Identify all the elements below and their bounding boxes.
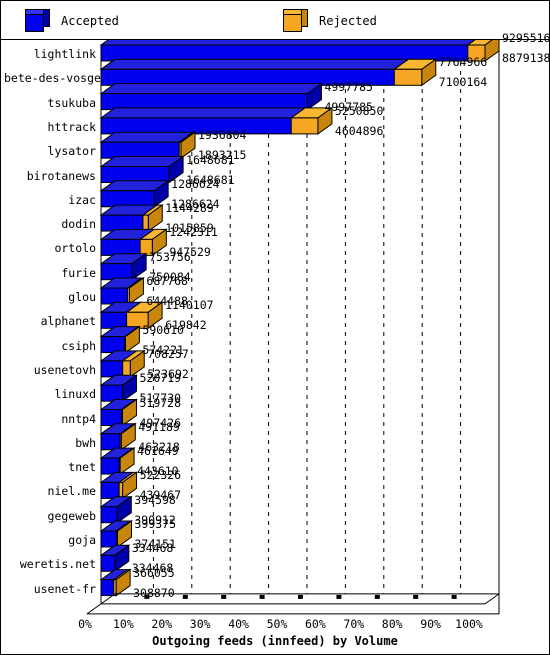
bar-furie: [99, 252, 148, 281]
bar-usenetovh: [99, 349, 146, 378]
bar-bwh: [99, 422, 137, 451]
bar-izac: [99, 179, 170, 208]
x-tick-0pct: 0%: [78, 616, 92, 631]
value-label-total: 9295516: [502, 31, 550, 45]
value-label-accepted: 8879138: [502, 51, 550, 65]
value-label-accepted: 308870: [133, 585, 175, 600]
x-tick-50pct: 50%: [266, 616, 288, 631]
value-label-total: 5250850: [334, 103, 384, 118]
bar-usenet-fr: [99, 568, 132, 597]
bar-niel.me: [99, 471, 139, 500]
value-label-accepted: 7100164: [438, 75, 488, 90]
chart-legend: Accepted Rejected: [1, 1, 549, 40]
bar-tnet: [99, 447, 136, 476]
chart-plot-area: lightlink bete-des-vosges tsukuba httrack ly…: [1, 32, 550, 654]
value-label-total: 1140107: [165, 298, 214, 313]
legend-swatch-rejected-icon: [283, 8, 309, 33]
x-tick-70pct: 70%: [343, 616, 365, 631]
value-label-total: 519728: [139, 395, 182, 410]
value-label-total: 4997785: [324, 79, 373, 94]
value-label-total: 7764966: [438, 55, 488, 70]
value-label-total: 461649: [137, 444, 179, 459]
bar-tsukuba: [99, 82, 324, 111]
value-label-total: 708257: [147, 346, 189, 361]
x-tick-20pct: 20%: [151, 616, 173, 631]
value-label-total: 334468: [131, 541, 174, 556]
bar-glou: [99, 277, 145, 305]
value-label-total: 1242311: [169, 225, 218, 240]
bar-goja: [99, 520, 134, 548]
bar-weretis.net: [99, 544, 131, 573]
bar-linuxd: [99, 374, 138, 403]
legend-label-rejected: Rejected: [319, 13, 377, 28]
legend-item-rejected: Rejected: [283, 1, 377, 40]
value-label-total: 1286624: [171, 176, 220, 191]
value-label-total: 399375: [134, 517, 177, 531]
value-label-total: 1144289: [165, 201, 214, 216]
x-tick-100pct: 100%: [455, 616, 483, 631]
value-label-total: 1936804: [198, 128, 247, 143]
chart-page: Accepted Rejected lightlink bete-des-vosg…: [0, 0, 550, 655]
value-label-total: 753756: [149, 249, 191, 264]
x-tick-40pct: 40%: [228, 616, 249, 631]
value-label-total: 1648681: [186, 152, 235, 167]
x-tick-60pct: 60%: [305, 616, 326, 631]
bar-gegeweb: [99, 495, 133, 524]
x-tick-10pct: 10%: [113, 616, 134, 631]
bar-dodin: [99, 204, 164, 233]
bar-lysator: [99, 131, 197, 160]
bar-csiph: [99, 325, 141, 354]
x-tick-90pct: 90%: [420, 616, 441, 631]
chart-canvas: [86, 40, 500, 615]
legend-label-accepted: Accepted: [61, 13, 119, 28]
value-label-total: 491189: [138, 419, 180, 434]
x-tick-30pct: 30%: [189, 616, 211, 631]
value-label-total: 522326: [139, 468, 182, 483]
value-label-total: 366055: [133, 565, 175, 580]
x-axis-title: Outgoing feeds (innfeed) by Volume: [152, 634, 398, 648]
bar-nntp4: [99, 398, 139, 427]
value-label-total: 590610: [142, 322, 184, 337]
legend-item-accepted: Accepted: [25, 1, 119, 40]
value-label-total: 520719: [139, 371, 182, 386]
value-label-accepted: 4604896: [334, 123, 384, 138]
value-label-total: 394598: [134, 492, 176, 507]
value-label-total: 687768: [146, 274, 188, 288]
bar-bete-des-vosges: [99, 58, 438, 87]
x-tick-80pct: 80%: [381, 616, 403, 631]
legend-swatch-accepted-icon: [25, 8, 51, 33]
